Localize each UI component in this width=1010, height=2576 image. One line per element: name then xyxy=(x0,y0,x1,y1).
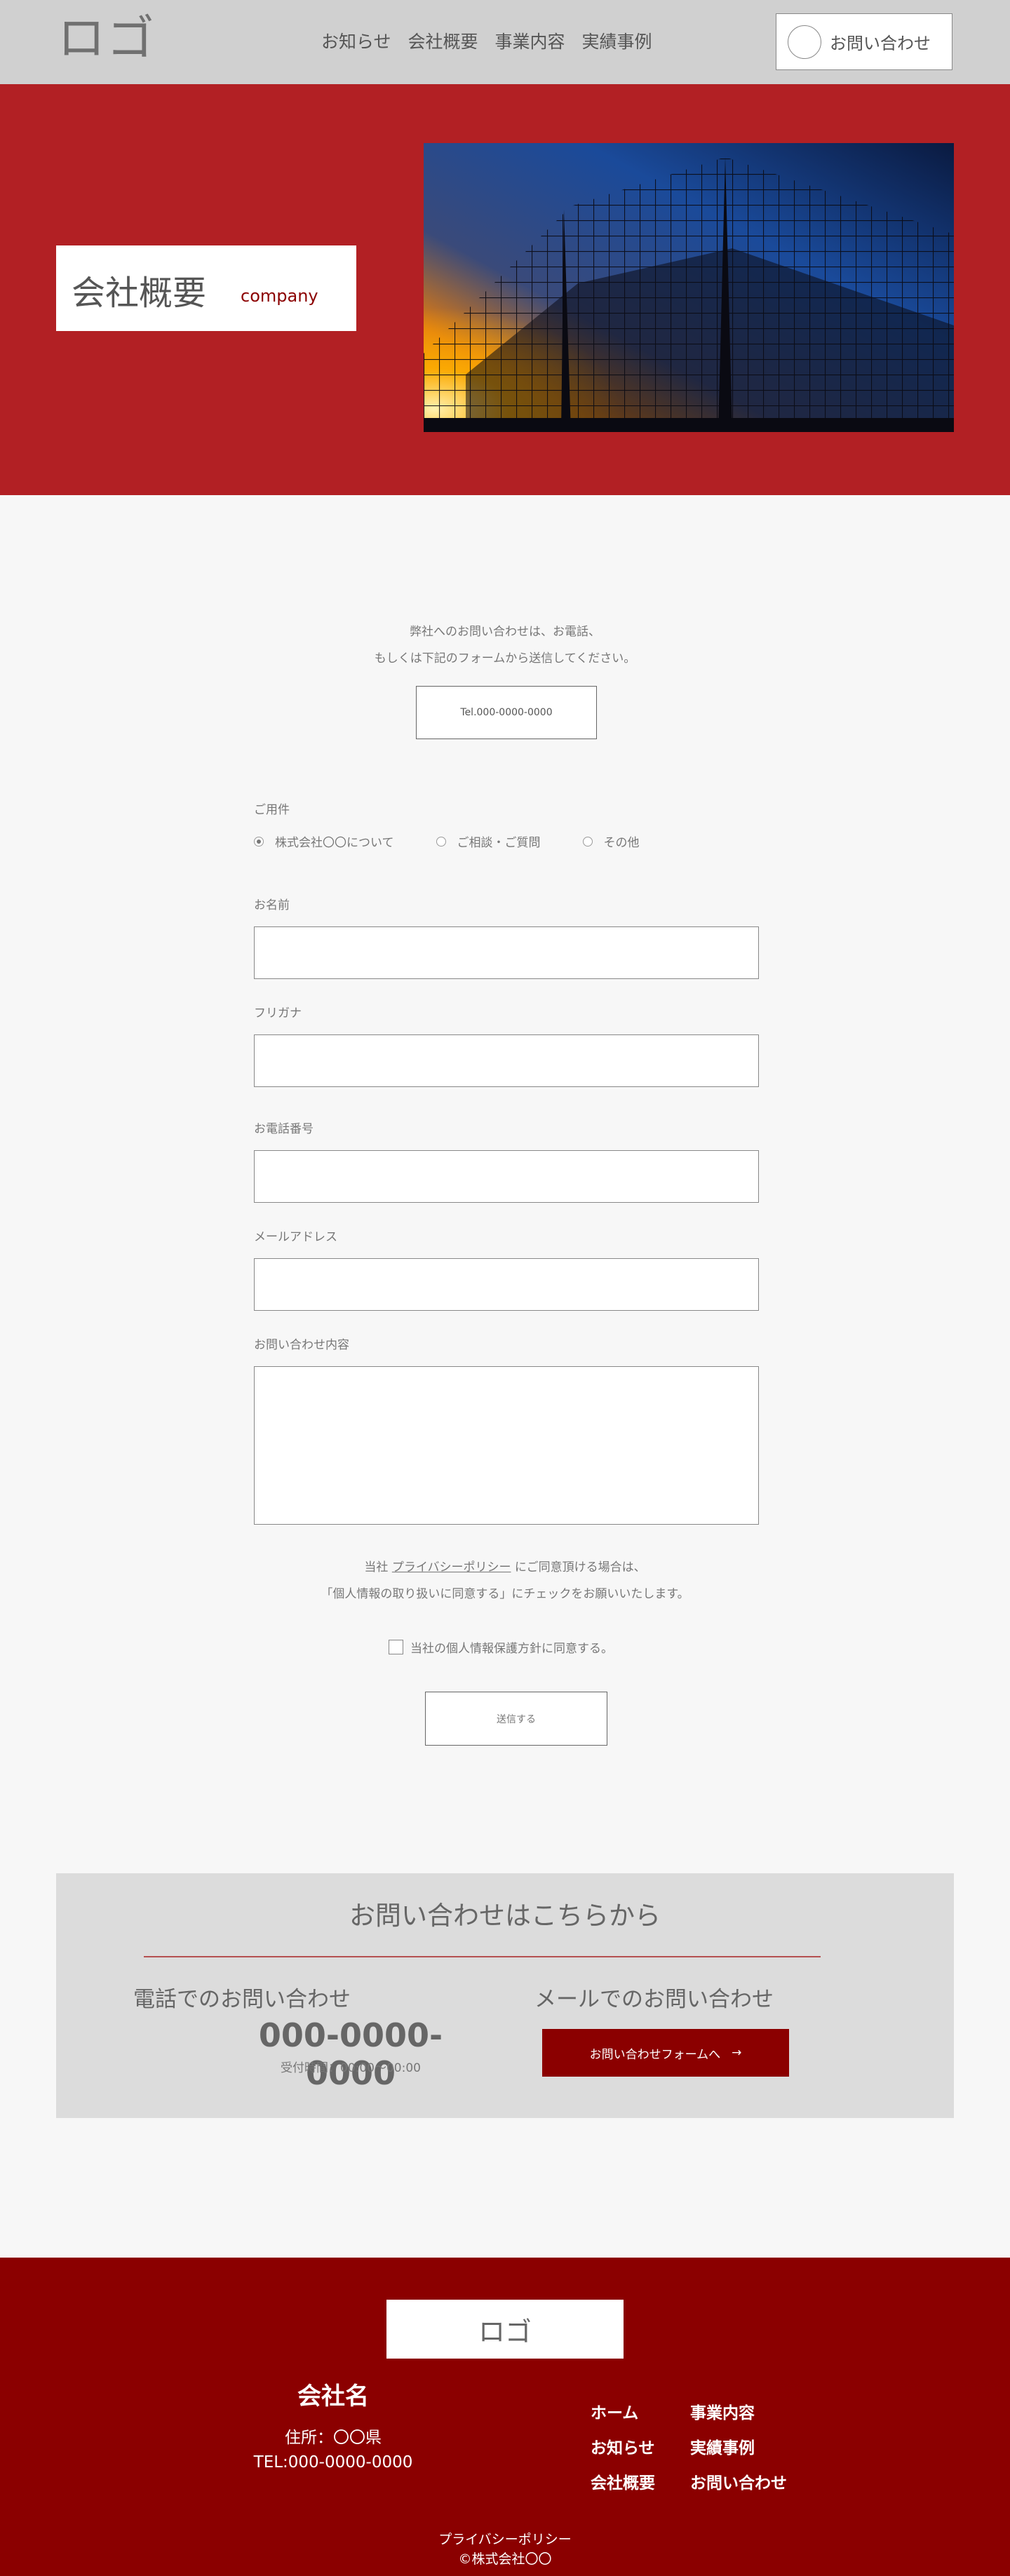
nav-item-works[interactable]: 実績事例 xyxy=(582,28,652,53)
radio-icon[interactable] xyxy=(436,836,446,847)
contact-form: ご用件 株式会社〇〇について ご相談・ご質問 その他 お名前 フリガナ お電話番… xyxy=(254,800,759,1525)
message-label: お問い合わせ内容 xyxy=(254,1338,349,1352)
cta-tel-heading: 電話でのお問い合わせ xyxy=(133,1987,351,2012)
phone-input[interactable] xyxy=(254,1150,759,1203)
footer-address-block: 住所：〇〇県 TEL:000-0000-0000 xyxy=(210,2426,456,2475)
kana-input[interactable] xyxy=(254,1034,759,1087)
site-logo[interactable]: ロゴ xyxy=(58,15,156,63)
footer-address: 住所：〇〇県 xyxy=(285,2429,382,2447)
footer-link-news[interactable]: お知らせ xyxy=(591,2434,690,2458)
tel-button[interactable]: Tel.000-0000-0000 xyxy=(416,686,597,739)
agree-label: 当社の個人情報保護方針に同意する。 xyxy=(410,1642,613,1656)
cta-hours: 受付時間：00:00〜00:00 xyxy=(281,2061,421,2075)
purpose-option-other[interactable]: その他 xyxy=(582,832,640,850)
radio-checked-icon[interactable] xyxy=(254,836,264,847)
submit-button[interactable]: 送信する xyxy=(425,1692,607,1746)
cta-divider xyxy=(144,1956,821,1957)
intro-line-1: 弊社へのお問い合わせは、お電話、 xyxy=(410,625,600,639)
name-input[interactable] xyxy=(254,926,759,979)
kana-field-group: フリガナ xyxy=(254,1003,759,1087)
contact-intro: 弊社へのお問い合わせは、お電話、 もしくは下記のフォームから送信してください。 xyxy=(0,619,1010,672)
privacy-note-line-2: 「個人情報の取り扱いに同意する」にチェックをお願いいたします。 xyxy=(321,1587,689,1601)
kana-label: フリガナ xyxy=(254,1006,302,1020)
main-nav: お知らせ 会社概要 事業内容 実績事例 xyxy=(321,28,652,53)
footer-link-home[interactable]: ホーム xyxy=(591,2399,690,2423)
footer-privacy-link[interactable]: プライバシーポリシー xyxy=(0,2530,1010,2549)
page-subtitle: company xyxy=(241,286,318,306)
name-label: お名前 xyxy=(254,898,290,912)
purpose-label: ご用件 xyxy=(254,803,290,817)
email-label: メールアドレス xyxy=(254,1230,337,1244)
header-contact-button[interactable]: お問い合わせ xyxy=(776,13,952,70)
hero-title-box: 会社概要 company xyxy=(56,245,356,331)
footer-logo[interactable]: ロゴ xyxy=(386,2300,624,2359)
nav-item-company[interactable]: 会社概要 xyxy=(408,28,478,53)
agree-checkbox-row[interactable]: 当社の個人情報保護方針に同意する。 xyxy=(389,1638,613,1656)
phone-field-group: お電話番号 xyxy=(254,1119,759,1203)
footer-link-contact[interactable]: お問い合わせ xyxy=(690,2469,802,2493)
footer-link-business[interactable]: 事業内容 xyxy=(690,2399,802,2423)
message-field-group: お問い合わせ内容 xyxy=(254,1335,759,1525)
purpose-radio-group: 株式会社〇〇について ご相談・ご質問 その他 xyxy=(254,832,759,850)
agree-checkbox[interactable] xyxy=(389,1640,403,1654)
nav-item-business[interactable]: 事業内容 xyxy=(495,28,565,53)
contact-circle-icon xyxy=(788,25,821,59)
purpose-option-company[interactable]: 株式会社〇〇について xyxy=(254,832,394,850)
footer-bottom: プライバシーポリシー ©株式会社〇〇 xyxy=(0,2530,1010,2569)
phone-label: お電話番号 xyxy=(254,1122,314,1136)
contact-cta: お問い合わせはこちらから 電話でのお問い合わせ 000-0000-0000 受付… xyxy=(56,1873,954,2118)
footer-link-company[interactable]: 会社概要 xyxy=(591,2469,690,2493)
footer-company-name: 会社名 xyxy=(297,2382,369,2410)
email-input[interactable] xyxy=(254,1258,759,1311)
privacy-note: 当社 プライバシーポリシー にご同意頂ける場合は、 「個人情報の取り扱いに同意す… xyxy=(0,1554,1010,1607)
cta-title: お問い合わせはこちらから xyxy=(349,1901,661,1931)
email-field-group: メールアドレス xyxy=(254,1227,759,1311)
site-header: ロゴ お知らせ 会社概要 事業内容 実績事例 お問い合わせ xyxy=(0,0,1010,84)
message-textarea[interactable] xyxy=(254,1366,759,1525)
footer-link-works[interactable]: 実績事例 xyxy=(690,2434,802,2458)
footer-copyright: ©株式会社〇〇 xyxy=(458,2551,552,2567)
footer-nav: ホーム 事業内容 お知らせ 実績事例 会社概要 お問い合わせ xyxy=(591,2399,802,2493)
nav-item-news[interactable]: お知らせ xyxy=(321,28,391,53)
cta-tel-number[interactable]: 000-0000-0000 xyxy=(217,2016,484,2092)
purpose-option-consult[interactable]: ご相談・ご質問 xyxy=(436,832,541,850)
site-footer: ロゴ 会社名 住所：〇〇県 TEL:000-0000-0000 ホーム 事業内容… xyxy=(0,2258,1010,2576)
hero-section: 会社概要 company xyxy=(0,84,1010,495)
radio-icon[interactable] xyxy=(582,836,593,847)
arrow-right-icon: → xyxy=(732,2046,742,2060)
footer-tel: TEL:000-0000-0000 xyxy=(253,2453,413,2472)
name-field-group: お名前 xyxy=(254,895,759,979)
intro-line-2: もしくは下記のフォームから送信してください。 xyxy=(374,652,636,666)
page-title: 会社概要 xyxy=(72,274,207,313)
header-contact-label: お問い合わせ xyxy=(830,34,931,53)
hero-construction-photo xyxy=(424,143,954,432)
privacy-policy-link[interactable]: プライバシーポリシー xyxy=(392,1560,511,1574)
contact-form-button[interactable]: お問い合わせフォームへ → xyxy=(542,2029,789,2077)
cta-mail-heading: メールでのお問い合わせ xyxy=(534,1987,774,2012)
